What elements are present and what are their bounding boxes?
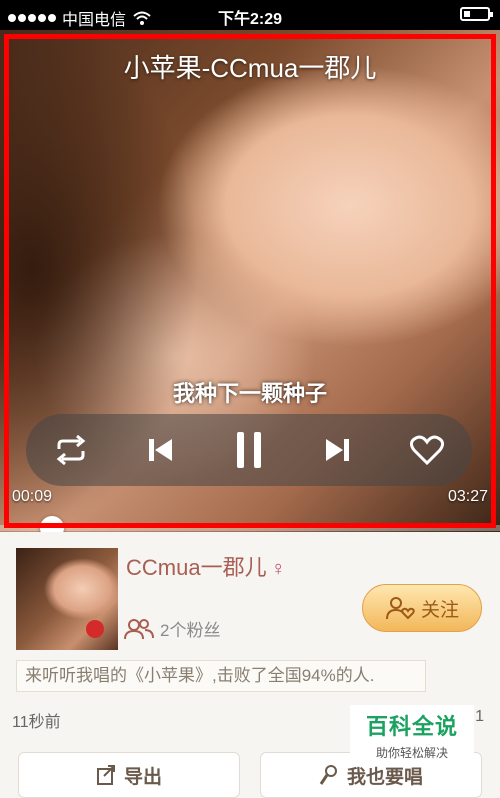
progress-track[interactable] [0, 525, 500, 531]
repeat-icon[interactable] [48, 427, 94, 473]
people-icon [124, 618, 154, 639]
sing-too-label: 我也要唱 [346, 766, 423, 788]
lyric-line: 我种下一颗种子 [172, 381, 327, 406]
female-gender-icon: ♀ [270, 558, 286, 580]
export-button[interactable]: 导出 [18, 752, 240, 798]
export-label: 导出 [123, 766, 162, 788]
fans-count[interactable]: 2个粉丝 [124, 616, 220, 641]
battery-icon [460, 7, 493, 21]
fans-label: 2个粉丝 [160, 621, 221, 640]
song-title: 小苹果-CCmua一郡儿 [123, 53, 377, 83]
singer-name-label: CCmua一郡儿 [126, 555, 267, 580]
post-time: 11秒前 [12, 714, 61, 731]
microphone-icon [319, 765, 337, 785]
add-follow-icon [385, 597, 415, 620]
status-time: 下午2:29 [217, 11, 283, 28]
status-bar: 中国电信 下午2:29 [0, 0, 500, 30]
previous-icon[interactable] [137, 427, 183, 473]
follow-button[interactable]: 关注 [362, 584, 482, 632]
total-time: 03:27 [447, 488, 488, 505]
watermark-logo: 百科全说 助你轻松解决 [350, 705, 474, 765]
watermark-main: 百科全说 [365, 714, 458, 739]
pause-icon[interactable] [226, 427, 272, 473]
comment-count: 1 [475, 708, 484, 725]
watermark-sub: 助你轻松解决 [375, 746, 448, 760]
playback-controls [26, 414, 472, 486]
heart-icon[interactable] [404, 427, 450, 473]
progress-knob[interactable] [40, 516, 64, 532]
export-icon [96, 765, 115, 785]
next-icon[interactable] [315, 427, 361, 473]
avatar[interactable] [16, 548, 118, 650]
current-time: 00:09 [12, 488, 53, 505]
player-area[interactable]: 小苹果-CCmua一郡儿 我种下一颗种子 00:09 03:27 [0, 30, 500, 532]
singer-name[interactable]: CCmua一郡儿 ♀ [126, 550, 286, 582]
follow-label: 关注 [420, 599, 459, 621]
share-description: 来听听我唱的《小苹果》,击败了全国94%的人. [16, 660, 426, 692]
